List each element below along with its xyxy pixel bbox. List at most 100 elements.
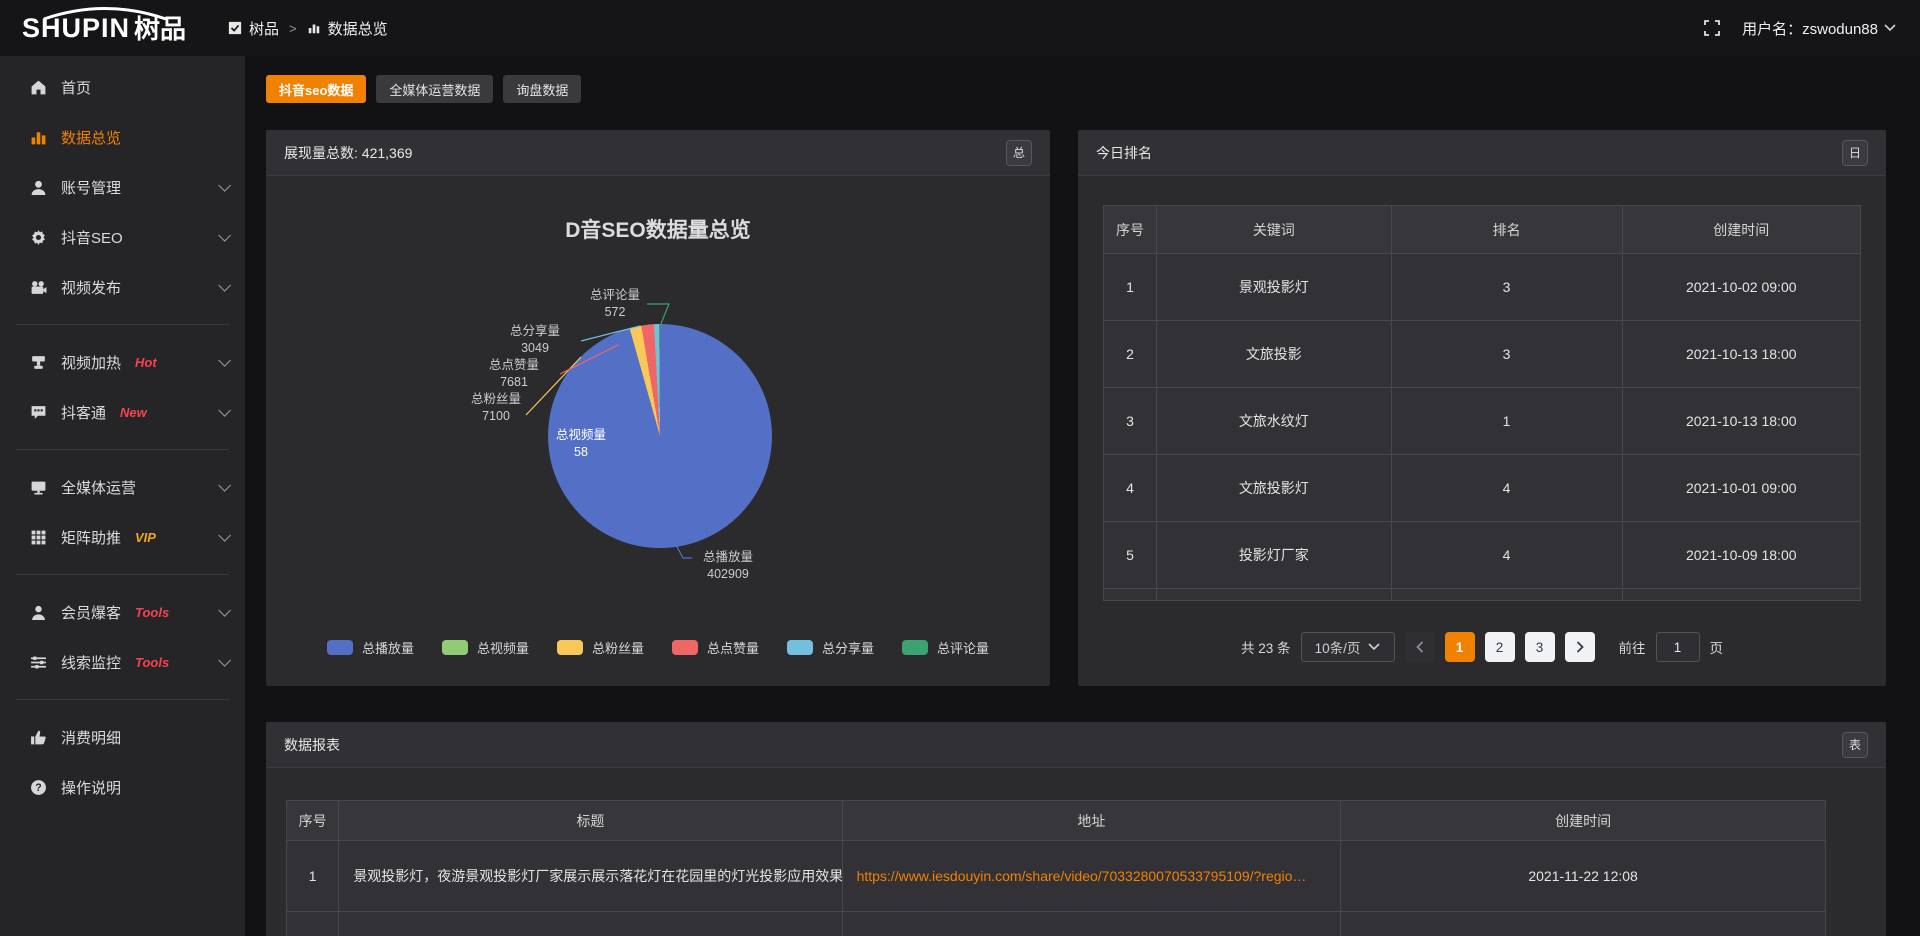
app-icon [228,21,242,35]
sidebar-item-label: 抖音SEO [61,227,123,248]
table-cell [1622,589,1860,601]
sidebar-divider [16,574,229,575]
page-size-value: 10条/页 [1315,637,1361,657]
legend-item[interactable]: 总视频量 [442,638,529,657]
table-cell: 文旅投影 [1156,321,1391,388]
chevron-down-icon [1368,643,1380,651]
next-page-button[interactable] [1565,632,1595,662]
video-camera-icon [30,279,47,296]
pie-label-name: 总分享量 [491,323,579,340]
table-view-badge[interactable]: 表 [1842,732,1868,758]
user-menu[interactable]: 用户名：zswodun88 [1742,18,1896,39]
prev-page-button[interactable] [1405,632,1435,662]
ranking-table-wrap: 序号关键词排名创建时间1景观投影灯32021-10-02 09:002文旅投影3… [1103,205,1861,601]
ranking-panel-title: 今日排名 [1096,143,1152,163]
page-button-1[interactable]: 1 [1445,632,1475,662]
total-view-badge[interactable]: 总 [1006,140,1032,166]
page-goto-input[interactable]: 1 [1656,632,1700,662]
sidebar-item-label: 视频加热 [61,352,121,373]
ranking-panel: 今日排名 日 序号关键词排名创建时间1景观投影灯32021-10-02 09:0… [1078,130,1886,686]
table-row: 4文旅投影灯42021-10-01 09:00 [1104,455,1861,522]
pie-legend: 总播放量 总视频量 总粉丝量 总点赞量 总分享量 总评论量 [266,638,1050,657]
sidebar-item-member-boom[interactable]: 会员爆客Tools [0,587,245,637]
legend-item[interactable]: 总点赞量 [672,638,759,657]
table-cell: 5 [1104,522,1157,589]
legend-item[interactable]: 总播放量 [327,638,414,657]
table-cell: 投影灯厂家 [1156,522,1391,589]
page-size-select[interactable]: 10条/页 [1301,632,1395,662]
legend-swatch [902,640,928,655]
column-header: 地址 [842,801,1341,841]
chevron-down-icon [1884,24,1896,32]
sidebar-item-label: 抖客通 [61,402,106,423]
member-icon [30,604,47,621]
legend-label: 总评论量 [937,638,989,657]
grid-icon [30,529,47,546]
sidebar-item-consume-detail[interactable]: 消费明细 [0,712,245,762]
table-cell: 2 [1104,321,1157,388]
table-cell: 4 [1391,522,1622,589]
tab-douyin-seo-data[interactable]: 抖音seo数据 [266,75,366,103]
legend-swatch [557,640,583,655]
sidebar-item-video-publish[interactable]: 视频发布 [0,262,245,312]
report-panel: 数据报表 表 序号标题地址创建时间1景观投影灯，夜游景观投影灯厂家展示展示落花灯… [266,722,1886,936]
sliders-icon [30,654,47,671]
sidebar-item-badge: Hot [135,355,157,370]
chevron-down-icon [218,654,231,667]
table-cell: 文旅投影灯 [1156,455,1391,522]
sidebar-item-doukertong[interactable]: 抖客通 New [0,387,245,437]
table-cell: 2021-10-02 09:00 [1622,254,1860,321]
pie-chart-title: D音SEO数据量总览 [266,214,1050,244]
main-content: 抖音seo数据全媒体运营数据询盘数据 展现量总数: 421,369 总 D音SE… [245,56,1920,936]
brand-logo[interactable]: SHUPIN 树品 [22,15,186,42]
tab-inquiry-data[interactable]: 询盘数据 [503,75,581,103]
sidebar-item-matrix-boost[interactable]: 矩阵助推VIP [0,512,245,562]
report-table-wrap: 序号标题地址创建时间1景观投影灯，夜游景观投影灯厂家展示展示落花灯在花园里的灯光… [286,800,1826,936]
daily-view-badge[interactable]: 日 [1842,140,1868,166]
chevron-down-icon [218,279,231,292]
pie-label-1: 总视频量58 [538,427,624,461]
pie-label-name: 总视频量 [538,427,624,444]
monitor-icon [30,479,47,496]
page-button-3[interactable]: 3 [1525,632,1555,662]
fullscreen-icon[interactable] [1704,20,1720,36]
sidebar-item-label: 矩阵助推 [61,527,121,548]
sidebar-item-douyin-seo[interactable]: 抖音SEO [0,212,245,262]
chevron-down-icon [218,179,231,192]
sidebar-item-account[interactable]: 账号管理 [0,162,245,212]
sidebar-item-media-ops[interactable]: 全媒体运营 [0,462,245,512]
table-header-row: 序号关键词排名创建时间 [1104,206,1861,254]
tab-media-ops-data[interactable]: 全媒体运营数据 [376,75,493,103]
gear-icon [30,229,47,246]
sidebar-item-video-heat[interactable]: 视频加热 Hot [0,337,245,387]
breadcrumb-root[interactable]: 树品 [249,18,279,39]
table-cell: 4 [1391,455,1622,522]
pie-label-name: 总粉丝量 [452,391,540,408]
table-row-partial [287,912,1826,936]
table-cell [1156,589,1391,601]
legend-item[interactable]: 总粉丝量 [557,638,644,657]
sidebar-item-home[interactable]: 首页 [0,62,245,112]
table-cell: 2021-10-13 18:00 [1622,321,1860,388]
legend-swatch [672,640,698,655]
table-cell: 4 [1104,455,1157,522]
sidebar-item-badge: New [120,405,147,420]
legend-swatch [787,640,813,655]
legend-item[interactable]: 总评论量 [902,638,989,657]
sidebar-item-help[interactable]: ?操作说明 [0,762,245,812]
chevron-down-icon [218,529,231,542]
video-link[interactable]: https://www.iesdouyin.com/share/video/70… [857,868,1307,884]
username-label: 用户名：zswodun88 [1742,18,1878,39]
sidebar-item-clue-monitor[interactable]: 线索监控Tools [0,637,245,687]
column-header: 创建时间 [1341,801,1826,841]
table-cell: 1 [287,841,339,912]
sidebar-item-label: 消费明细 [61,727,121,748]
page-button-2[interactable]: 2 [1485,632,1515,662]
legend-item[interactable]: 总分享量 [787,638,874,657]
chevron-down-icon [218,229,231,242]
report-table: 序号标题地址创建时间1景观投影灯，夜游景观投影灯厂家展示展示落花灯在花园里的灯光… [286,800,1826,936]
table-cell: 2021-10-09 18:00 [1622,522,1860,589]
table-cell: 2021-10-01 09:00 [1622,455,1860,522]
sidebar-divider [16,324,229,325]
sidebar-item-data-overview[interactable]: 数据总览 [0,112,245,162]
